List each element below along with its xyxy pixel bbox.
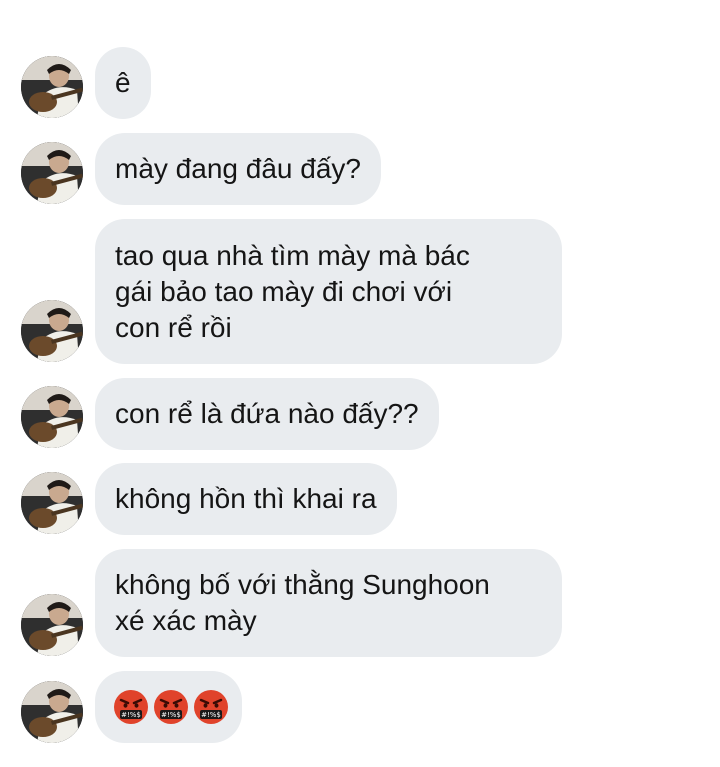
message-line: gái bảo tao mày đi chơi với — [115, 276, 453, 307]
message-bubble[interactable]: không hồn thì khai ra — [95, 463, 397, 535]
message-bubble[interactable]: mày đang đâu đấy? — [95, 133, 381, 205]
angry-cursing-face-icon: #!%$ — [193, 689, 229, 725]
message-bubble[interactable]: tao qua nhà tìm mày mà bác gái bảo tao m… — [95, 219, 562, 364]
message-text: không hồn thì khai ra — [115, 483, 377, 514]
avatar-photo-icon — [21, 142, 83, 204]
svg-text:#!%$: #!%$ — [161, 711, 181, 719]
avatar[interactable] — [21, 681, 83, 743]
avatar[interactable] — [21, 142, 83, 204]
avatar-photo-icon — [21, 594, 83, 656]
avatar[interactable] — [21, 386, 83, 448]
message-line: tao qua nhà tìm mày mà bác — [115, 240, 470, 271]
message-bubble[interactable]: con rể là đứa nào đấy?? — [95, 378, 439, 450]
avatar-photo-icon — [21, 472, 83, 534]
message-line: không bố với thằng Sunghoon — [115, 569, 490, 600]
avatar-photo-icon — [21, 56, 83, 118]
svg-text:#!%$: #!%$ — [121, 711, 141, 719]
avatar-photo-icon — [21, 386, 83, 448]
angry-cursing-face-icon: #!%$ — [153, 689, 189, 725]
angry-cursing-face-icon: #!%$ — [113, 689, 149, 725]
message-bubble[interactable]: không bố với thằng Sunghoon xé xác mày — [95, 549, 562, 657]
message-line: xé xác mày — [115, 605, 257, 636]
message-text: con rể là đứa nào đấy?? — [115, 398, 419, 429]
avatar[interactable] — [21, 56, 83, 118]
emoji-group: #!%$ #!%$ #!%$ — [113, 671, 228, 743]
avatar-photo-icon — [21, 300, 83, 362]
message-line: con rể rồi — [115, 312, 232, 343]
svg-text:#!%$: #!%$ — [201, 711, 221, 719]
avatar[interactable] — [21, 594, 83, 656]
avatar-photo-icon — [21, 681, 83, 743]
avatar[interactable] — [21, 472, 83, 534]
avatar[interactable] — [21, 300, 83, 362]
message-text: ê — [115, 67, 131, 98]
message-bubble[interactable]: ê — [95, 47, 151, 119]
message-text: mày đang đâu đấy? — [115, 153, 361, 184]
message-bubble[interactable]: #!%$ #!%$ #!%$ — [95, 671, 242, 743]
